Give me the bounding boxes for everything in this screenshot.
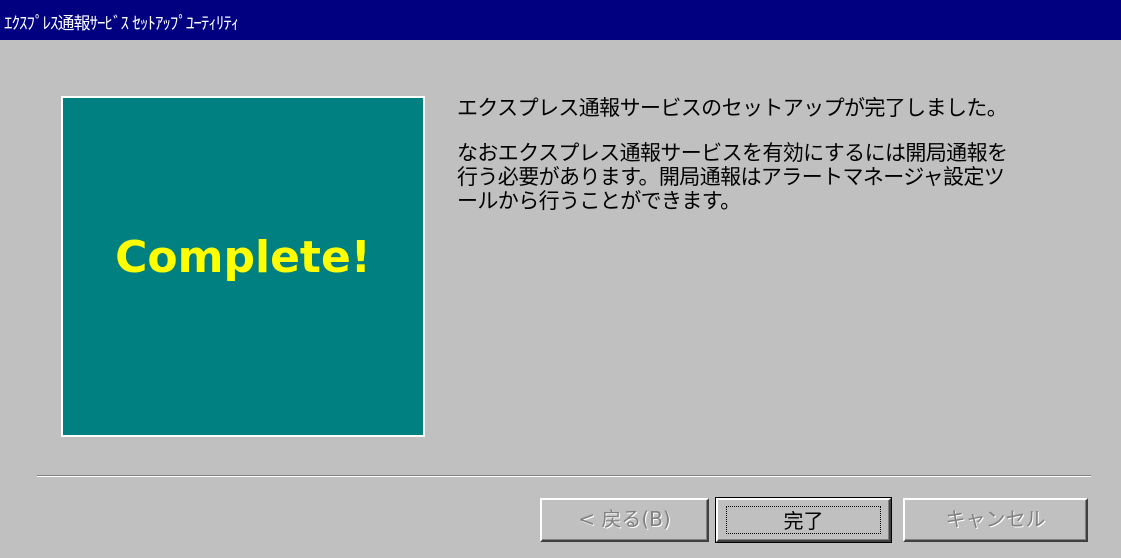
- finish-button[interactable]: 完了: [715, 497, 892, 543]
- separator-line: [37, 475, 1091, 477]
- finish-button-label: 完了: [726, 506, 881, 534]
- back-button[interactable]: < 戻る(B): [540, 498, 709, 542]
- instruction-line: ールから行うことができます。: [457, 189, 741, 213]
- instruction-message: なおエクスプレス通報サービスを有効にするには開局通報を 行う必要があります。開局…: [457, 141, 1107, 213]
- window-title: ｴｸｽﾌﾟﾚｽ通報ｻｰﾋﾞｽ ｾｯﾄｱｯﾌﾟﾕｰﾃｨﾘﾃｨ: [4, 14, 239, 34]
- cancel-button-label: キャンセル: [945, 507, 1046, 531]
- instruction-line: なおエクスプレス通報サービスを有効にするには開局通報を: [457, 141, 1008, 165]
- setup-dialog: ｴｸｽﾌﾟﾚｽ通報ｻｰﾋﾞｽ ｾｯﾄｱｯﾌﾟﾕｰﾃｨﾘﾃｨ Complete! …: [0, 0, 1121, 558]
- instruction-line: 行う必要があります。開局通報はアラートマネージャ設定ツ: [457, 165, 1005, 189]
- complete-graphic-text: Complete!: [115, 232, 371, 283]
- back-button-label: < 戻る(B): [578, 507, 671, 531]
- cancel-button[interactable]: キャンセル: [903, 498, 1088, 542]
- completion-message: エクスプレス通報サービスのセットアップが完了しました。: [457, 96, 1008, 120]
- title-bar[interactable]: ｴｸｽﾌﾟﾚｽ通報ｻｰﾋﾞｽ ｾｯﾄｱｯﾌﾟﾕｰﾃｨﾘﾃｨ: [0, 0, 1121, 42]
- complete-graphic: Complete!: [61, 96, 425, 437]
